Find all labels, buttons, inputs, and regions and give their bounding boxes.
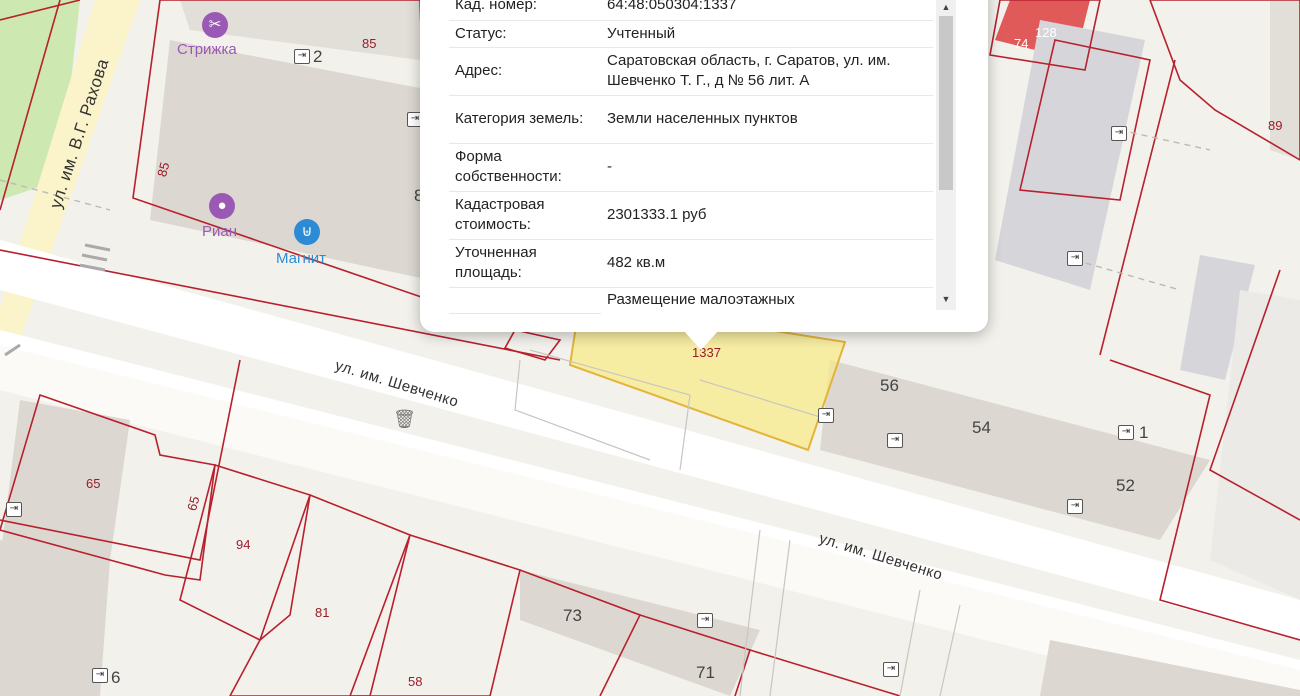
parcel-number: 128 bbox=[1035, 25, 1057, 40]
parcel-number: 81 bbox=[315, 605, 330, 620]
building bbox=[1270, 0, 1300, 160]
basket-icon[interactable]: ⊎ bbox=[294, 219, 320, 245]
table-row: Категория земель: Земли населенных пункт… bbox=[449, 95, 933, 144]
table-row: Адрес: Саратовская область, г. Саратов, … bbox=[449, 47, 933, 96]
table-row: Статус: Учтенный bbox=[449, 20, 933, 48]
entrance-icon: ⇥ bbox=[294, 49, 310, 64]
row-key: Уточненная площадь: bbox=[449, 239, 601, 288]
parcel-number: 94 bbox=[236, 537, 251, 552]
row-value: 2301333.1 руб bbox=[601, 191, 933, 240]
entrance-icon: ⇥ bbox=[697, 613, 713, 628]
entrance-icon: ⇥ bbox=[1111, 126, 1127, 141]
row-value: Саратовская область, г. Саратов, ул. им.… bbox=[601, 47, 933, 96]
table-row: Кад. номер: 64:48:050304:1337 bbox=[449, 0, 933, 21]
house-number: 73 bbox=[563, 606, 582, 625]
parcel-number: 58 bbox=[408, 674, 423, 689]
parcel-number: 74 bbox=[1014, 36, 1029, 51]
entrance-icon: ⇥ bbox=[818, 408, 834, 423]
entrance-icon: ⇥ bbox=[1067, 499, 1083, 514]
table-row: Уточненная площадь: 482 кв.м bbox=[449, 239, 933, 288]
row-key: Кадастровая стоимость: bbox=[449, 191, 601, 240]
row-key: Форма собственности: bbox=[449, 143, 601, 192]
table-row: Размещение малоэтажных bbox=[449, 287, 933, 314]
entrance-icon: ⇥ bbox=[6, 502, 22, 517]
row-key: Кад. номер: bbox=[449, 0, 601, 21]
row-key bbox=[449, 287, 601, 314]
row-key: Статус: bbox=[449, 20, 601, 48]
house-number: 56 bbox=[880, 376, 899, 395]
row-key: Адрес: bbox=[449, 47, 601, 96]
entrance-icon: ⇥ bbox=[92, 668, 108, 683]
parcel-number: 85 bbox=[362, 36, 377, 51]
table-row: Кадастровая стоимость: 2301333.1 руб bbox=[449, 191, 933, 240]
row-key: Категория земель: bbox=[449, 95, 601, 144]
house-number: 1 bbox=[1139, 423, 1149, 442]
poi-label-rian[interactable]: Риан bbox=[202, 223, 237, 240]
entrance-icon: ⇥ bbox=[1118, 425, 1134, 440]
entrance-icon: ⇥ bbox=[1067, 251, 1083, 266]
scroll-up-arrow-icon[interactable]: ▲ bbox=[936, 0, 956, 14]
row-value: 482 кв.м bbox=[601, 239, 933, 288]
parcel-number: 65 bbox=[86, 476, 101, 491]
poi-label-magnit[interactable]: Магнит bbox=[276, 250, 326, 267]
row-value: 64:48:050304:1337 bbox=[601, 0, 933, 21]
house-number: 54 bbox=[972, 418, 991, 437]
entrance-icon: ⇥ bbox=[887, 433, 903, 448]
popup-tail bbox=[683, 330, 719, 350]
scissors-icon[interactable]: ✂ bbox=[202, 12, 228, 38]
house-number: 2 bbox=[313, 47, 323, 66]
circle-icon[interactable]: ● bbox=[209, 193, 235, 219]
house-number: 52 bbox=[1116, 476, 1135, 495]
trash-icon: 🗑 bbox=[393, 409, 416, 429]
house-number: 6 bbox=[111, 668, 121, 687]
row-value: - bbox=[601, 143, 933, 192]
row-value: Учтенный bbox=[601, 20, 933, 48]
scroll-thumb[interactable] bbox=[939, 16, 953, 190]
scroll-down-arrow-icon[interactable]: ▼ bbox=[936, 292, 956, 306]
house-number: 71 bbox=[696, 663, 715, 682]
parcel-info-table: Кад. номер: 64:48:050304:1337 Статус: Уч… bbox=[449, 0, 933, 314]
parcel-number: 89 bbox=[1268, 118, 1283, 133]
entrance-icon: ⇥ bbox=[883, 662, 899, 677]
row-value: Земли населенных пунктов bbox=[601, 95, 933, 144]
poi-label-strizhka[interactable]: Стрижка bbox=[177, 41, 237, 58]
row-value: Размещение малоэтажных bbox=[607, 291, 795, 309]
popup-scrollbar[interactable]: ▲ ▼ bbox=[936, 0, 956, 310]
table-row: Форма собственности: - bbox=[449, 143, 933, 192]
